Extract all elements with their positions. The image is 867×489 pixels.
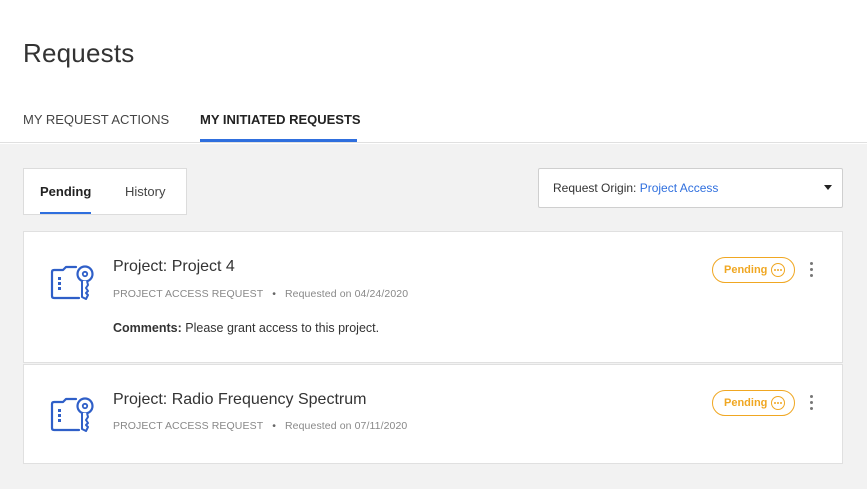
kebab-menu-icon[interactable] — [808, 395, 814, 413]
separator-dot: • — [272, 288, 276, 300]
key-folder-icon — [50, 397, 94, 432]
request-date: Requested on 07/11/2020 — [285, 420, 408, 432]
request-origin-dropdown[interactable]: Request Origin: Project Access — [538, 168, 843, 208]
subtab-history[interactable]: History — [125, 184, 165, 199]
request-title: Project: Radio Frequency Spectrum — [113, 391, 367, 408]
request-origin-value: Project Access — [639, 181, 719, 195]
request-date: Requested on 04/24/2020 — [285, 288, 409, 300]
comments-text: Please grant access to this project. — [185, 321, 380, 335]
kebab-menu-icon[interactable] — [808, 262, 814, 280]
caret-down-icon — [824, 185, 832, 190]
request-origin-text: Request Origin: Project Access — [553, 181, 718, 195]
comments-label: Comments: — [113, 321, 182, 335]
ellipsis-circle-icon — [771, 263, 785, 277]
request-card: Project: Project 4 PROJECT ACCESS REQUES… — [23, 231, 843, 363]
page-header: Requests MY REQUEST ACTIONS MY INITIATED… — [0, 0, 867, 143]
status-badge: Pending — [712, 390, 795, 416]
request-title: Project: Project 4 — [113, 258, 235, 275]
status-subtabs: Pending History — [23, 168, 187, 215]
request-comment: Comments: Please grant access to this pr… — [113, 321, 379, 335]
key-folder-icon — [50, 265, 94, 300]
separator-dot: • — [272, 420, 276, 432]
active-tab-indicator — [200, 139, 357, 142]
ellipsis-circle-icon — [771, 396, 785, 410]
status-label: Pending — [724, 264, 768, 276]
request-type: PROJECT ACCESS REQUEST — [113, 420, 264, 432]
tab-my-initiated-requests[interactable]: MY INITIATED REQUESTS — [200, 112, 361, 127]
request-type: PROJECT ACCESS REQUEST — [113, 288, 264, 300]
request-meta: PROJECT ACCESS REQUEST • Requested on 04/2… — [113, 288, 408, 300]
status-badge: Pending — [712, 257, 795, 283]
request-origin-label: Request Origin: — [553, 181, 637, 195]
page-title: Requests — [23, 38, 135, 68]
active-subtab-indicator — [40, 212, 91, 214]
request-meta: PROJECT ACCESS REQUEST • Requested on 07/1… — [113, 420, 407, 432]
status-label: Pending — [724, 397, 768, 409]
tab-my-request-actions[interactable]: MY REQUEST ACTIONS — [23, 112, 169, 127]
subtab-pending[interactable]: Pending — [40, 184, 91, 199]
request-card: Project: Radio Frequency Spectrum PROJEC… — [23, 364, 843, 464]
